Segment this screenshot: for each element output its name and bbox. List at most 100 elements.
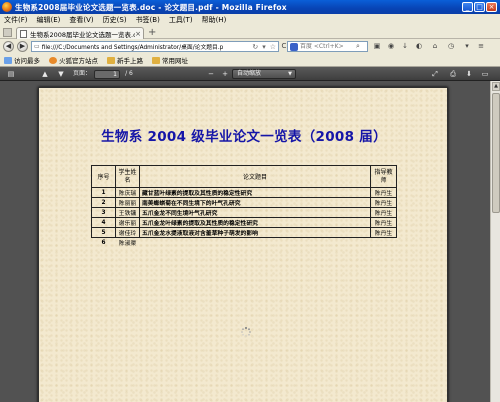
back-button[interactable]: ◀	[3, 41, 14, 52]
download-icon[interactable]: ⬇	[464, 69, 474, 79]
forward-button[interactable]: ▶	[17, 41, 28, 52]
zoom-value: 自动缩放	[237, 70, 262, 77]
menu-file[interactable]: 文件(F)	[4, 15, 28, 25]
table-row: 1 陈庆瑞 藏甘蓝叶绿素的提取及其性质的稳定性研究 陈丹生	[91, 187, 397, 198]
search-input[interactable]	[300, 43, 356, 50]
search-box[interactable]: ⌕	[287, 41, 368, 52]
pdf-toolbar: ▤ ▲ ▼ 页面： 1 / 6 − + 自动缩放 ▼ ⤢ ⎙ ⬇ ▭	[0, 67, 500, 81]
row-number: 5	[91, 227, 116, 238]
history-icon[interactable]: ◷	[446, 42, 456, 51]
sync-icon[interactable]: ◐	[414, 42, 424, 51]
minimize-button[interactable]: _	[462, 2, 473, 12]
baidu-icon	[290, 42, 298, 51]
thesis-topic: 藏甘蓝叶绿素的提取及其性质的稳定性研究	[139, 187, 371, 198]
bookmark-most-visited[interactable]: 访问最多	[4, 55, 40, 65]
bookmark-firefox-site[interactable]: 火狐官方站点	[49, 55, 98, 65]
next-page-icon[interactable]: ▼	[56, 69, 66, 79]
document-icon	[20, 29, 27, 38]
student-name: 王铁镛	[115, 207, 140, 218]
tab-bar: 生物系2008届毕业论文选题一览表.d... × +	[0, 25, 500, 39]
bookmark-label: 火狐官方站点	[59, 57, 98, 65]
zoom-select[interactable]: 自动缩放 ▼	[232, 69, 296, 79]
zoom-out-button[interactable]: −	[206, 69, 216, 79]
advisor-name: 陈丹生	[370, 217, 397, 228]
bookmark-common-sites[interactable]: 常用网址	[152, 55, 188, 65]
menu-tools[interactable]: 工具(T)	[169, 15, 193, 25]
menu-history[interactable]: 历史(S)	[103, 15, 127, 25]
toolbar-arrow-icon[interactable]: ▾	[462, 42, 472, 51]
scrollbar-thumb[interactable]	[492, 93, 500, 213]
dropdown-arrow-icon[interactable]: ▾	[262, 43, 266, 51]
page-icon: ▭	[34, 43, 40, 50]
header-number: 序号	[91, 165, 116, 188]
advisor-name: 陈丹生	[370, 207, 397, 218]
thesis-topic: 五爪金龙不同生境叶气孔研究	[139, 207, 371, 218]
star-icon[interactable]: ☆	[270, 43, 276, 51]
url-bar[interactable]: ▭ file:///C:/Documents and Settings/Admi…	[31, 41, 279, 52]
scroll-up-icon[interactable]: ▲	[492, 82, 500, 91]
pdf-viewer[interactable]: 生物系 2004 级毕业论文一览表（2008 届） 序号 学生姓名 论文题目 指…	[0, 81, 490, 402]
thesis-topic: 南美蟛蜞菊在不同生境下的叶气孔研究	[139, 197, 371, 208]
header-advisor: 指导教师	[370, 165, 397, 188]
thesis-topic: 五爪金龙水提液取液对含羞草种子萌发的影响	[139, 227, 371, 238]
table-header-row: 序号 学生姓名 论文题目 指导教师	[91, 165, 397, 188]
student-name: 谢佳玲	[115, 227, 140, 238]
thesis-topic	[140, 238, 371, 248]
thesis-topic: 五爪金龙叶绿素的提取及其性质的稳定性研究	[139, 217, 371, 228]
firefox-icon	[49, 56, 57, 64]
student-name: 谢乐丽	[115, 217, 140, 228]
search-go-icon[interactable]: ⌕	[356, 42, 360, 51]
page-label: 页面：	[72, 70, 91, 77]
fullscreen-icon[interactable]: ⤢	[430, 69, 440, 79]
tab-close-button[interactable]: ×	[135, 30, 141, 38]
folder-icon	[107, 56, 115, 64]
bookmark-label: 新手上路	[117, 57, 143, 65]
zoom-in-button[interactable]: +	[220, 69, 230, 79]
bookmark-getting-started[interactable]: 新手上路	[107, 55, 143, 65]
list-all-tabs-icon[interactable]	[3, 28, 12, 37]
menu-view[interactable]: 查看(V)	[69, 15, 93, 25]
bookmark-icon	[4, 56, 12, 64]
student-name: 陈丽丽	[115, 197, 140, 208]
bookmark-menu-icon[interactable]: ▣	[372, 42, 382, 51]
page-number-input[interactable]: 1	[94, 70, 120, 79]
table-row: 3 王铁镛 五爪金龙不同生境叶气孔研究 陈丹生	[91, 207, 397, 218]
row-number: 4	[91, 217, 116, 228]
reload-icon[interactable]: ↻	[252, 43, 258, 51]
student-name: 陈淑渠	[118, 241, 137, 248]
table-row: 5 谢佳玲 五爪金龙水提液取液对含羞草种子萌发的影响 陈丹生	[91, 227, 397, 238]
firefox-icon	[2, 2, 12, 12]
download-icon[interactable]: ↓	[400, 42, 410, 51]
thesis-table: 序号 学生姓名 论文题目 指导教师 1 陈庆瑞 藏甘蓝叶绿素的提取及其性质的稳定…	[91, 165, 397, 248]
row-number: 3	[91, 207, 116, 218]
document-title: 生物系 2004 级毕业论文一览表（2008 届）	[101, 129, 387, 145]
vertical-scrollbar[interactable]: ▲	[490, 81, 500, 402]
menu-help[interactable]: 帮助(H)	[202, 15, 227, 25]
sidebar-toggle-icon[interactable]: ▤	[6, 69, 16, 79]
menu-icon[interactable]: ≡	[476, 42, 486, 51]
previous-page-icon[interactable]: ▲	[40, 69, 50, 79]
table-row: 4 谢乐丽 五爪金龙叶绿素的提取及其性质的稳定性研究 陈丹生	[91, 217, 397, 228]
table-row: 6 陈淑渠	[92, 238, 397, 248]
menu-bookmarks[interactable]: 书签(B)	[136, 15, 160, 25]
close-button[interactable]: ×	[486, 2, 497, 12]
home-icon[interactable]: ⌂	[430, 42, 440, 51]
bookmark-label: 常用网址	[162, 57, 188, 65]
new-tab-button[interactable]: +	[148, 27, 156, 38]
navigation-bar: ◀ ▶ ▭ file:///C:/Documents and Settings/…	[0, 39, 500, 54]
addon-icon[interactable]: ◉	[386, 42, 396, 51]
maximize-button[interactable]: □	[474, 2, 485, 12]
pdf-page: 生物系 2004 级毕业论文一览表（2008 届） 序号 学生姓名 论文题目 指…	[38, 87, 448, 402]
menu-edit[interactable]: 编辑(E)	[37, 15, 61, 25]
advisor-name	[371, 238, 397, 248]
print-icon[interactable]: ⎙	[448, 69, 458, 79]
window-titlebar: 生物系2008届毕业论文选题一览表.doc - 论文题目.pdf - Mozil…	[0, 0, 500, 14]
loading-spinner-icon	[241, 326, 251, 337]
header-student: 学生姓名	[115, 165, 140, 188]
bookmark-view-icon[interactable]: ▭	[480, 69, 490, 79]
folder-icon	[152, 56, 160, 64]
url-text: file:///C:/Documents and Settings/Admini…	[41, 45, 224, 51]
tab-label: 生物系2008届毕业论文选题一览表.d...	[30, 30, 136, 39]
tab-pdf-document[interactable]: 生物系2008届毕业论文选题一览表.d... ×	[16, 27, 144, 39]
bookmarks-toolbar: 访问最多 火狐官方站点 新手上路 常用网址	[0, 54, 500, 67]
